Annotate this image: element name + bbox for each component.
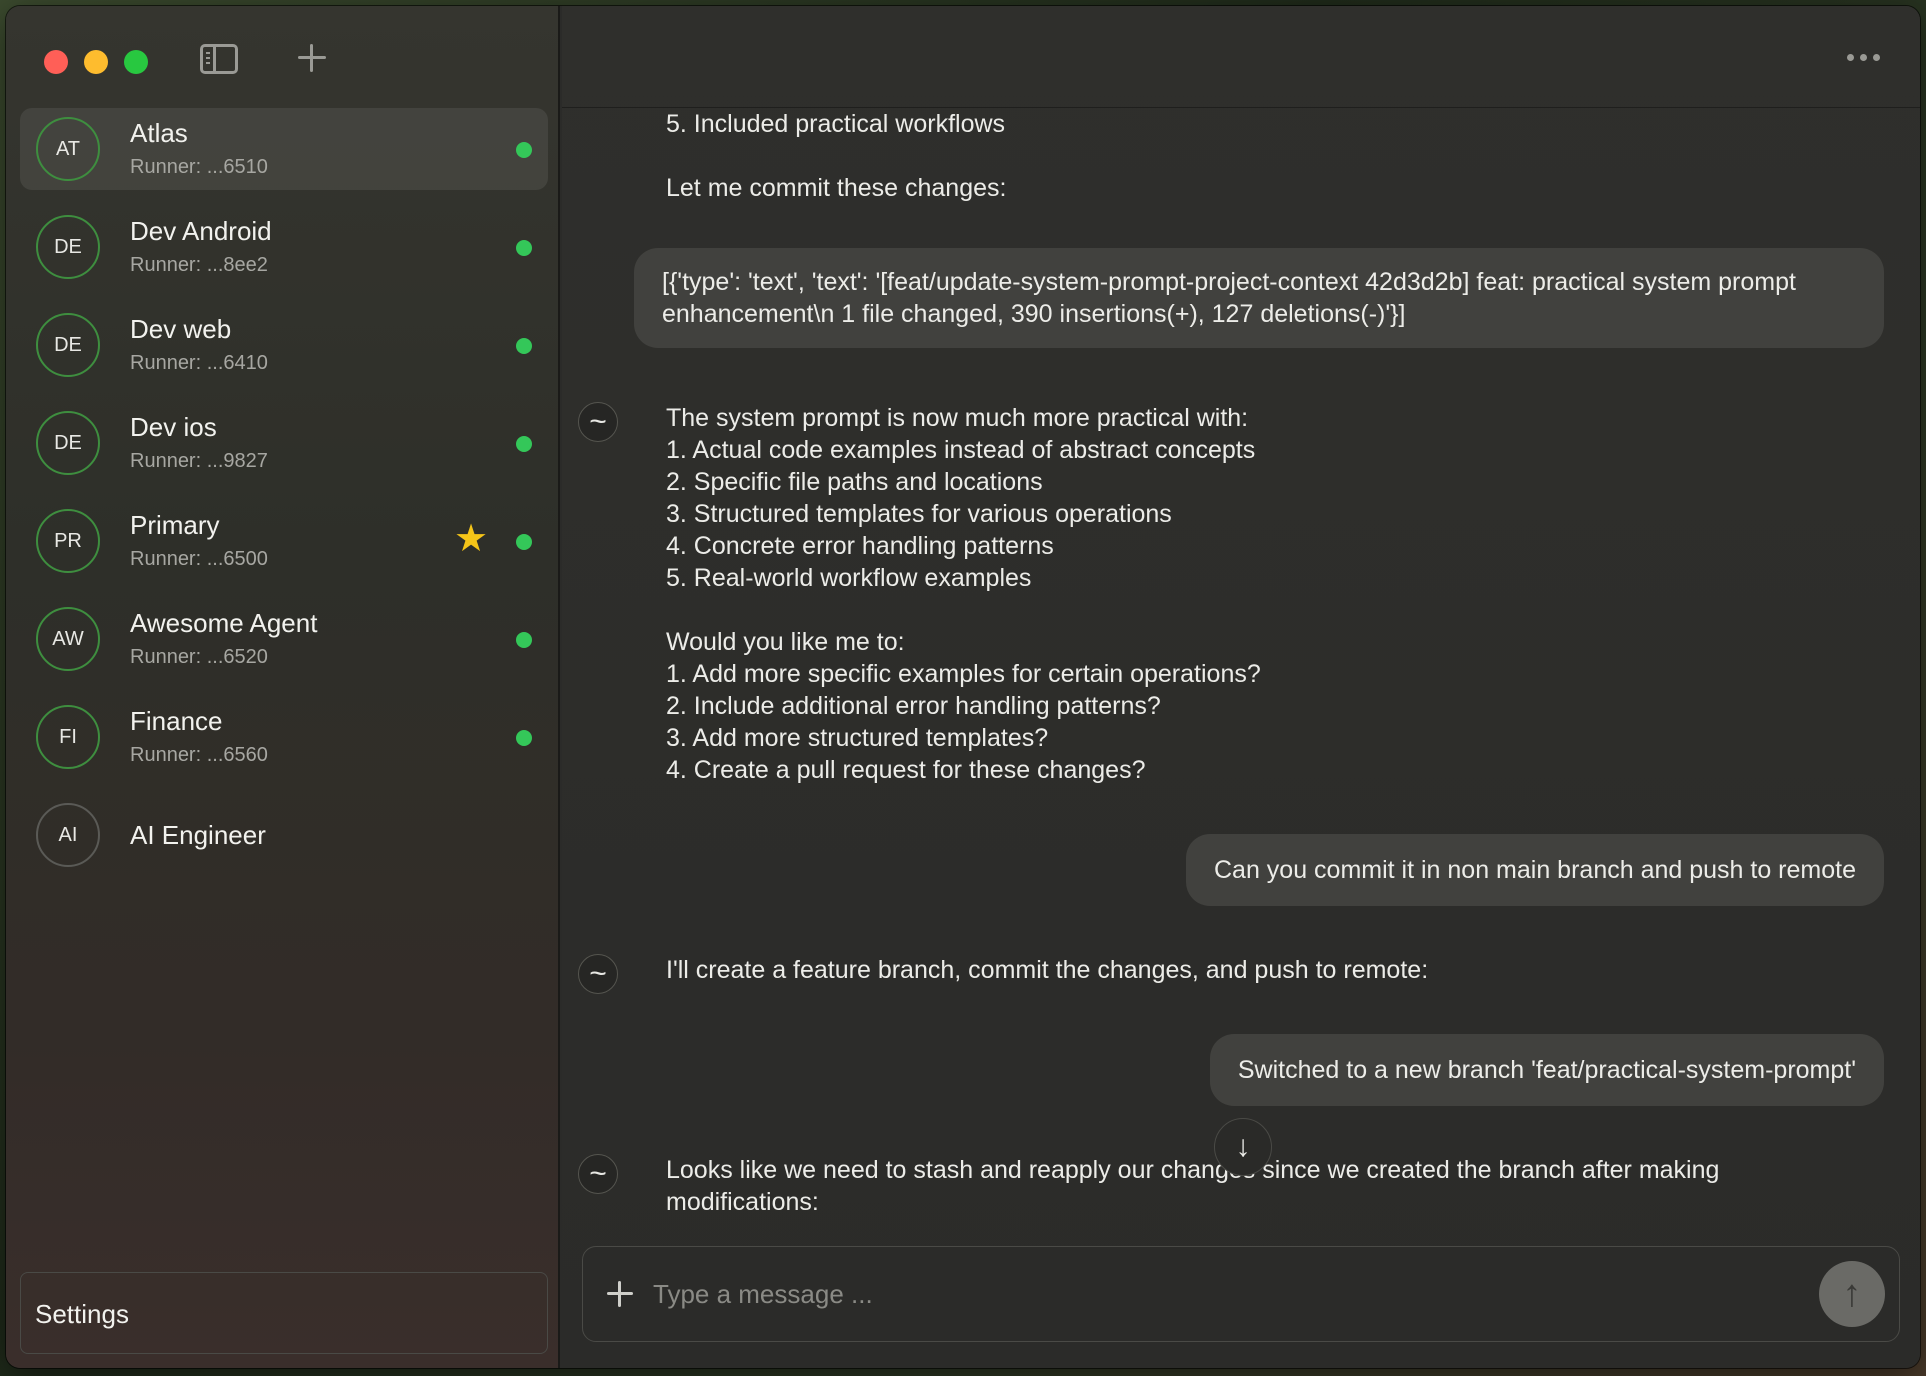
- online-status-dot: [516, 240, 532, 256]
- agent-name: Atlas: [130, 118, 188, 148]
- attach-plus-icon[interactable]: [603, 1277, 637, 1311]
- online-status-dot: [516, 338, 532, 354]
- assistant-message: I'll create a feature branch, commit the…: [666, 956, 1429, 984]
- agent-runner: Runner: ...9827: [130, 450, 268, 472]
- assistant-avatar-icon: ~: [578, 954, 618, 994]
- star-icon: ★: [454, 518, 489, 560]
- agent-list: AT Atlas Runner: ...6510 DE Dev Android …: [20, 108, 548, 892]
- agent-name: Dev ios: [130, 412, 217, 442]
- assistant-avatar-icon: ~: [578, 402, 618, 442]
- message-input[interactable]: [653, 1269, 1803, 1319]
- chat-panel: 5. Included practical workflows Let me c…: [562, 6, 1920, 1368]
- agent-runner: Runner: ...6510: [130, 156, 268, 178]
- new-chat-plus-icon[interactable]: [294, 40, 330, 76]
- agent-item-awesome-agent[interactable]: AW Awesome Agent Runner: ...6520: [20, 598, 548, 680]
- agent-item-dev-android[interactable]: DE Dev Android Runner: ...8ee2: [20, 206, 548, 288]
- agent-item-ai-engineer[interactable]: AI AI Engineer: [20, 794, 548, 876]
- agent-name: Awesome Agent: [130, 608, 318, 638]
- agent-item-dev-web[interactable]: DE Dev web Runner: ...6410: [20, 304, 548, 386]
- agent-item-primary[interactable]: PR Primary Runner: ...6500 ★: [20, 500, 548, 582]
- zoom-window-button[interactable]: [124, 50, 148, 74]
- agent-item-finance[interactable]: FI Finance Runner: ...6560: [20, 696, 548, 778]
- agent-runner: Runner: ...6560: [130, 744, 268, 766]
- agent-name: Finance: [130, 706, 223, 736]
- app-window: AT Atlas Runner: ...6510 DE Dev Android …: [6, 6, 1920, 1368]
- avatar: PR: [36, 509, 100, 573]
- agent-name: Dev Android: [130, 216, 272, 246]
- online-status-dot: [516, 534, 532, 550]
- assistant-message: 5. Included practical workflows Let me c…: [666, 110, 1007, 202]
- tool-result-bubble: [{'type': 'text', 'text': '[feat/update-…: [634, 248, 1884, 348]
- minimize-window-button[interactable]: [84, 50, 108, 74]
- assistant-avatar-icon: ~: [578, 1154, 618, 1194]
- ellipsis-icon[interactable]: [1847, 54, 1880, 61]
- close-window-button[interactable]: [44, 50, 68, 74]
- agent-name: Dev web: [130, 314, 232, 344]
- avatar: DE: [36, 313, 100, 377]
- tool-result-bubble: Switched to a new branch 'feat/practical…: [1209, 1034, 1884, 1106]
- agent-item-dev-ios[interactable]: DE Dev ios Runner: ...9827: [20, 402, 548, 484]
- agent-runner: Runner: ...6520: [130, 646, 268, 668]
- chat-header: [562, 6, 1920, 108]
- avatar: FI: [36, 705, 100, 769]
- avatar: AI: [36, 803, 100, 867]
- avatar: AT: [36, 117, 100, 181]
- avatar: DE: [36, 411, 100, 475]
- user-message-bubble: Can you commit it in non main branch and…: [1185, 834, 1884, 906]
- agent-runner: Runner: ...6500: [130, 548, 268, 570]
- avatar: AW: [36, 607, 100, 671]
- message-composer: ↑: [582, 1246, 1900, 1342]
- message-list[interactable]: 5. Included practical workflows Let me c…: [562, 108, 1920, 1368]
- settings-button[interactable]: Settings: [20, 1272, 548, 1354]
- sidebar: AT Atlas Runner: ...6510 DE Dev Android …: [6, 6, 560, 1368]
- assistant-message: Looks like we need to stash and reapply …: [666, 1156, 1720, 1216]
- sidebar-toggle-icon[interactable]: [200, 44, 238, 74]
- send-arrow-up-icon[interactable]: ↑: [1819, 1261, 1885, 1327]
- online-status-dot: [516, 142, 532, 158]
- online-status-dot: [516, 632, 532, 648]
- avatar: DE: [36, 215, 100, 279]
- scroll-down-arrow-icon[interactable]: ↓: [1214, 1118, 1272, 1176]
- agent-name: AI Engineer: [130, 820, 266, 850]
- online-status-dot: [516, 730, 532, 746]
- agent-runner: Runner: ...6410: [130, 352, 268, 374]
- agent-name: Primary: [130, 510, 220, 540]
- online-status-dot: [516, 436, 532, 452]
- agent-runner: Runner: ...8ee2: [130, 254, 268, 276]
- assistant-message: The system prompt is now much more pract…: [666, 404, 1261, 784]
- agent-item-atlas[interactable]: AT Atlas Runner: ...6510: [20, 108, 548, 190]
